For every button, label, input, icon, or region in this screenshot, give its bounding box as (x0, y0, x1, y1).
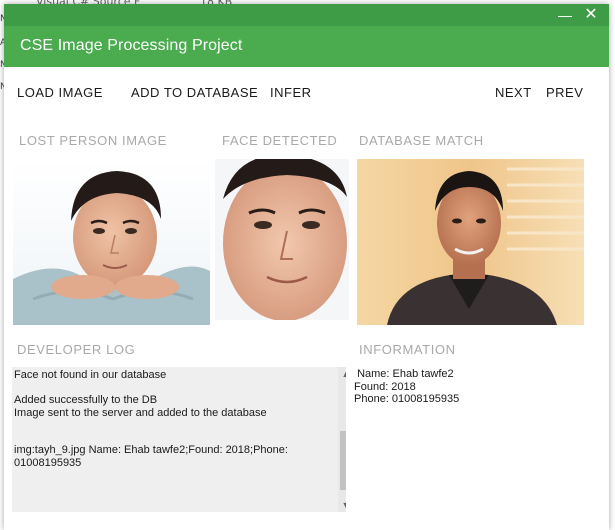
face-detected-heading: FACE DETECTED (222, 133, 338, 148)
app-window: — ✕ CSE Image Processing Project LOAD IM… (4, 4, 609, 530)
lost-person-image-heading: LOST PERSON IMAGE (19, 133, 167, 148)
minimize-button[interactable]: — (555, 6, 575, 24)
app-title: CSE Image Processing Project (20, 37, 243, 54)
close-icon: ✕ (584, 6, 598, 23)
infer-button[interactable]: INFER (270, 85, 312, 100)
app-header: CSE Image Processing Project (4, 26, 609, 67)
developer-log-textarea[interactable]: Face not found in our database Added suc… (12, 367, 346, 512)
developer-log-heading: DEVELOPER LOG (17, 342, 136, 357)
scrollbar-thumb[interactable] (340, 431, 346, 490)
add-to-database-button[interactable]: ADD TO DATABASE (131, 85, 258, 100)
window-titlebar[interactable]: — ✕ (4, 4, 609, 26)
lost-person-image (13, 159, 210, 325)
minimize-icon: — (558, 7, 572, 23)
next-button[interactable]: NEXT (495, 85, 532, 100)
chevron-down-icon[interactable]: ▼ (338, 498, 346, 512)
information-heading: INFORMATION (359, 342, 456, 357)
prev-button[interactable]: PREV (546, 85, 583, 100)
developer-log-scrollbar[interactable]: ▲ ▼ (338, 367, 346, 512)
developer-log-text: Face not found in our database Added suc… (14, 369, 288, 469)
face-detected-image (215, 159, 349, 320)
information-text: Name: Ehab tawfe2 Found: 2018 Phone: 010… (354, 368, 460, 405)
chevron-up-icon[interactable]: ▲ (338, 367, 346, 381)
database-match-image (357, 159, 584, 325)
load-image-button[interactable]: LOAD IMAGE (17, 85, 103, 100)
close-button[interactable]: ✕ (581, 6, 601, 24)
database-match-heading: DATABASE MATCH (359, 133, 484, 148)
